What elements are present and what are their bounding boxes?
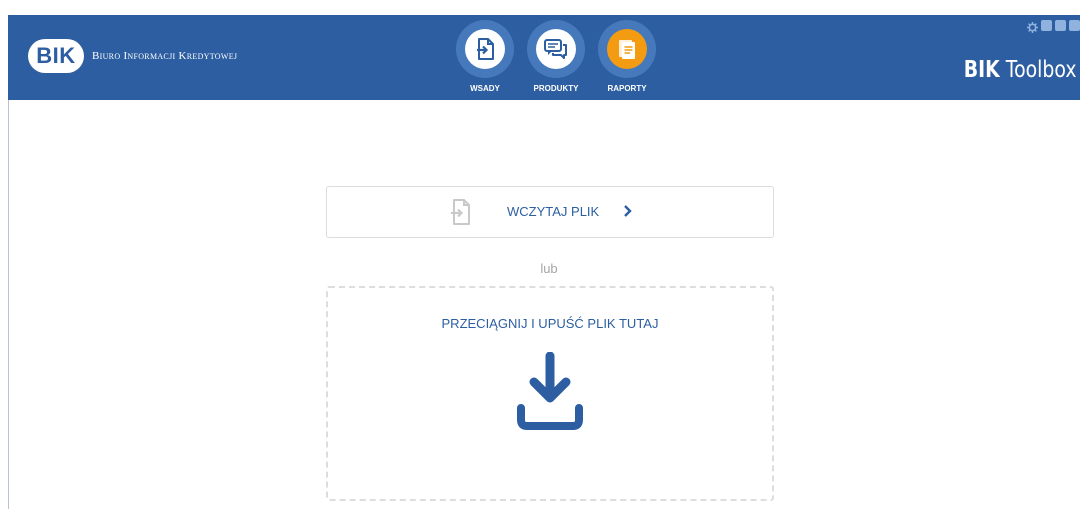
content-left-border: [8, 100, 9, 509]
file-import-icon: [465, 29, 505, 69]
dropzone-label: PRZECIĄGNIJ I UPUŚĆ PLIK TUTAJ: [441, 316, 659, 331]
nav-wsady[interactable]: WSADY: [453, 20, 517, 100]
bik-logo: BIK Biuro Informacji Kredytowej: [28, 39, 237, 73]
nav-wsady-label: WSADY: [470, 84, 500, 93]
app-title: BIK Toolbox: [963, 57, 1076, 83]
maximize-icon[interactable]: [1055, 20, 1066, 31]
load-file-label: WCZYTAJ PLIK: [507, 204, 600, 219]
report-document-icon: [607, 29, 647, 69]
file-dropzone[interactable]: PRZECIĄGNIJ I UPUŚĆ PLIK TUTAJ: [326, 286, 774, 501]
nav-raporty[interactable]: RAPORTY: [595, 20, 659, 100]
window-controls: [1027, 20, 1080, 33]
logo-text: Biuro Informacji Kredytowej: [92, 50, 238, 62]
or-separator: lub: [540, 261, 558, 276]
nav-produkty[interactable]: PRODUKTY: [524, 20, 588, 100]
nav-produkty-label: PRODUKTY: [533, 84, 579, 93]
download-arrow-icon: [516, 351, 584, 437]
file-import-icon: [448, 198, 472, 231]
minimize-icon[interactable]: [1041, 20, 1052, 31]
gear-icon[interactable]: [1027, 20, 1038, 33]
chat-bubbles-icon: [536, 29, 576, 69]
chevron-right-icon: [623, 204, 633, 223]
load-file-button[interactable]: WCZYTAJ PLIK: [326, 186, 774, 238]
close-icon[interactable]: [1069, 20, 1080, 31]
window-top-strip: [0, 0, 1080, 15]
logo-mark: BIK: [28, 39, 84, 73]
nav-raporty-label: RAPORTY: [607, 84, 647, 93]
app-header: BIK Biuro Informacji Kredytowej WSADY PR…: [8, 15, 1080, 100]
